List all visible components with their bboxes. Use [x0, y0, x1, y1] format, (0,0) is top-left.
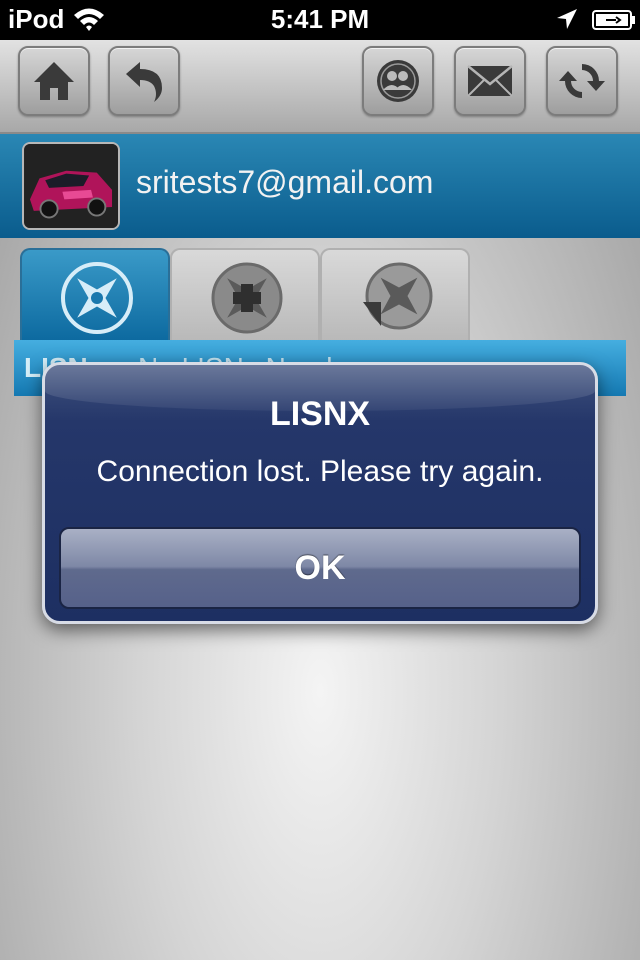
location-arrow-icon	[557, 9, 577, 29]
alert-message: Connection lost. Please try again.	[96, 455, 544, 488]
home-button[interactable]	[18, 46, 90, 116]
user-email: sritests7@gmail.com	[136, 164, 434, 200]
compass-refresh-icon	[363, 262, 433, 330]
people-button[interactable]	[362, 46, 434, 116]
alert-title: LISNX	[269, 395, 371, 433]
compass-plus-icon	[211, 262, 283, 334]
clock: 5:41 PM	[270, 4, 370, 34]
status-bar: iPod 5:41 PM	[0, 0, 640, 40]
refresh-button[interactable]	[546, 46, 618, 116]
back-button[interactable]	[108, 46, 180, 116]
back-arrow-icon	[126, 62, 162, 102]
tab-refresh[interactable]	[320, 248, 470, 340]
tab-nearby[interactable]	[20, 248, 170, 340]
mail-button[interactable]	[454, 46, 526, 116]
mail-icon	[467, 65, 513, 97]
refresh-icon	[559, 64, 605, 98]
compass-x-icon	[61, 262, 133, 334]
tab-add[interactable]	[170, 248, 320, 340]
toolbar	[0, 40, 640, 134]
battery-charging-icon	[592, 10, 635, 30]
avatar[interactable]	[22, 142, 120, 230]
people-icon	[377, 60, 419, 102]
profile-header: sritests7@gmail.com	[0, 134, 640, 238]
alert-dialog: LISNX Connection lost. Please try again.…	[42, 362, 598, 624]
ok-button[interactable]: OK	[59, 527, 581, 609]
car-photo	[24, 144, 118, 228]
home-icon	[34, 62, 74, 100]
